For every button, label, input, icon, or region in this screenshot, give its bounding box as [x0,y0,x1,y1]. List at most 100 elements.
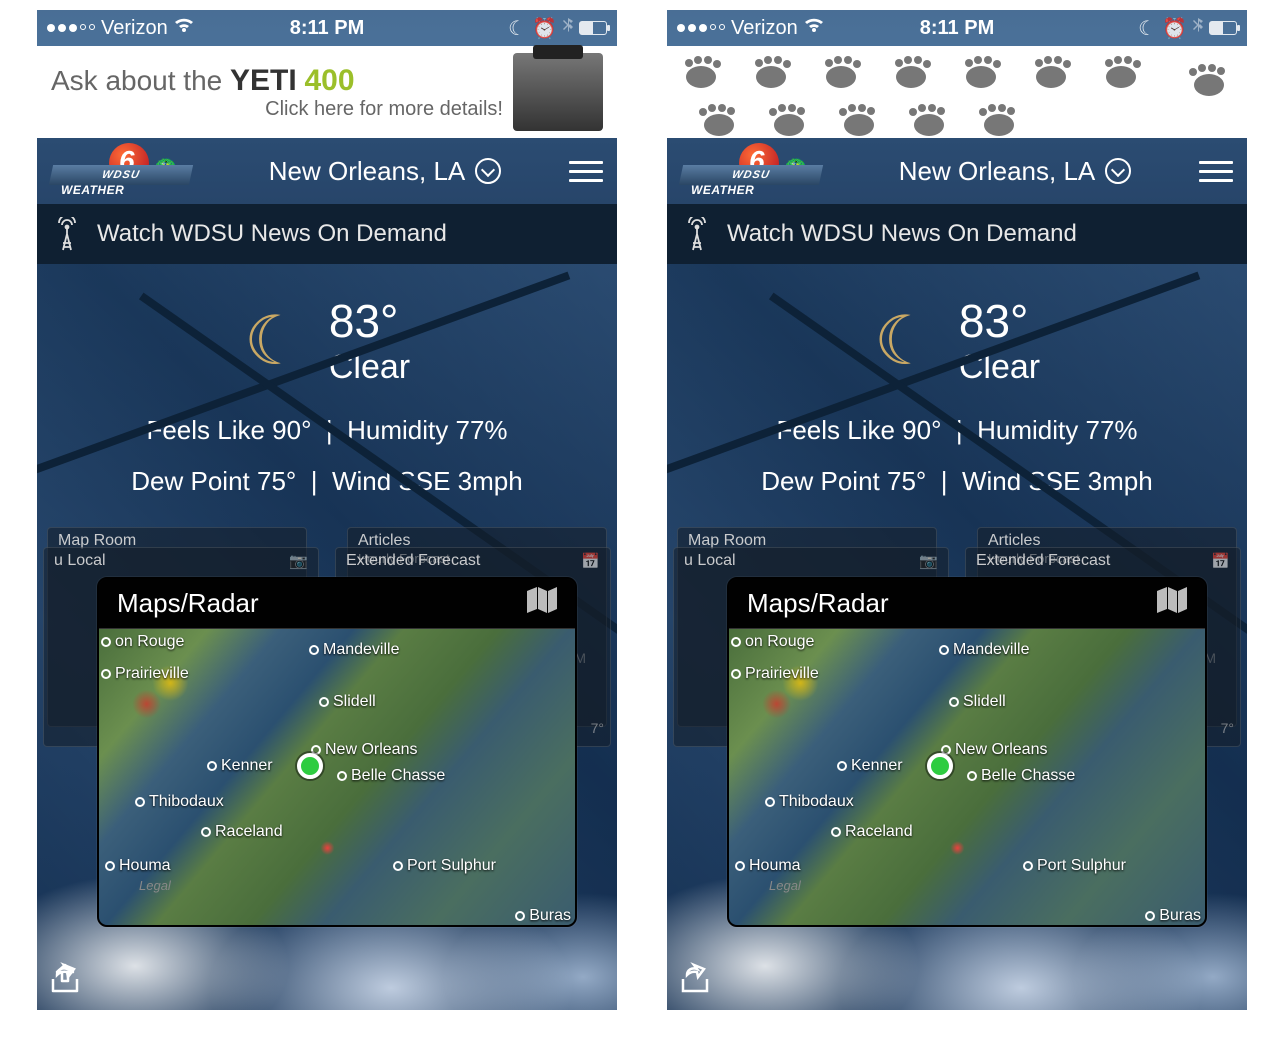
city-baton-rouge: on Rouge [731,633,814,651]
map-card-title: Maps/Radar [747,588,889,619]
city-new-orleans: New Orleans [311,741,417,759]
card-ulocal-label: u Local [684,552,736,569]
city-thibodaux: Thibodaux [135,793,224,811]
carrier-label: Verizon [101,17,168,40]
city-port-sulphur: Port Sulphur [393,857,496,875]
current-conditions: ☾ 83° Clear Feels Like 90° | Humidity 77… [37,264,617,497]
footprint-icon [1171,63,1229,98]
footprint-icon [751,55,809,90]
footprint-icon [821,55,879,90]
signal-dots-icon [677,24,725,32]
chevron-down-icon [1105,158,1131,184]
city-raceland: Raceland [201,823,283,841]
wifi-icon [804,18,824,39]
footprint-icon [821,103,879,138]
radar-map[interactable]: on Rouge Prairieville Mandeville Slidell… [729,629,1205,927]
wdsu-logo[interactable]: 🦚 WDSU WEATHER [681,147,831,195]
ad-brand: YETI [230,64,297,97]
detail-row-2: Dew Point 75° | Wind SSE 3mph [37,466,617,497]
detail-row-2: Dew Point 75° | Wind SSE 3mph [667,466,1247,497]
footprint-icon [961,103,1019,138]
broadcast-tower-icon [685,217,709,251]
city-raceland: Raceland [831,823,913,841]
battery-icon [579,21,607,35]
logo-weather-text: WEATHER [61,183,124,197]
news-bar-text: Watch WDSU News On Demand [727,220,1077,248]
menu-button[interactable] [569,161,603,182]
logo-weather-text: WEATHER [691,183,754,197]
location-selector[interactable]: New Orleans, LA [269,156,502,187]
footprint-icon [891,103,949,138]
status-right: ☾ ⏰ [1138,16,1237,41]
radar-map[interactable]: on Rouge Prairieville Mandeville Slidell… [99,629,575,927]
city-prairieville: Prairieville [101,665,189,683]
weather-main: ☾ 83° Clear Feels Like 90° | Humidity 77… [37,264,617,1010]
weather-main: ☾ 83° Clear Feels Like 90° | Humidity 77… [667,264,1247,1010]
moon-statusbar-icon: ☾ [508,16,526,41]
city-belle-chasse: Belle Chasse [967,767,1075,785]
camera-icon: 📷 [919,552,938,570]
map-legal-label[interactable]: Legal [769,878,801,893]
share-button[interactable] [677,961,713,1002]
city-kenner: Kenner [207,757,273,775]
share-button[interactable] [47,961,83,1002]
card-maps-radar[interactable]: Maps/Radar on Rouge Prairieville Mandevi… [97,577,577,927]
wdsu-logo[interactable]: 🦚 WDSU WEATHER [51,147,201,195]
cards-stack: Map Room Articles Hourly Forecast 9 PM 1… [37,527,617,947]
status-bar: Verizon 8:11 PM ☾ ⏰ [667,10,1247,46]
dew-point: Dew Point 75° [131,466,296,496]
camera-icon: 📷 [289,552,308,570]
map-card-title: Maps/Radar [117,588,259,619]
footprint-icon [681,55,739,90]
location-label: New Orleans, LA [269,156,466,187]
status-time: 8:11 PM [920,17,994,40]
footprint-icon [961,55,1019,90]
card-maps-radar[interactable]: Maps/Radar on Rouge Prairieville Mandevi… [727,577,1207,927]
broadcast-tower-icon [55,217,79,251]
news-on-demand-bar[interactable]: Watch WDSU News On Demand [37,204,617,264]
news-bar-text: Watch WDSU News On Demand [97,220,447,248]
calendar-icon: 📅 [1211,552,1230,570]
footprint-icon [1101,55,1159,90]
city-houma: Houma [735,857,801,875]
ad-pre: Ask about the [51,65,230,96]
location-selector[interactable]: New Orleans, LA [899,156,1132,187]
footprint-icon [681,103,739,138]
moon-statusbar-icon: ☾ [1138,16,1156,41]
ad-banner-footprints[interactable]: /* placeholder for structure; actual pri… [667,46,1247,138]
ad-banner-yeti[interactable]: Ask about the YETI 400 Click here for mo… [37,46,617,138]
cards-stack: Map Room Articles Hourly Forecast 9 PM 1… [667,527,1247,947]
map-icon [1157,587,1187,620]
city-new-orleans: New Orleans [941,741,1047,759]
bluetooth-icon [563,17,573,40]
status-right: ☾ ⏰ [508,16,607,41]
current-location-marker-icon [297,753,323,779]
wifi-icon [174,18,194,39]
card-extended-label: Extended Forecast [346,552,480,569]
city-buras: Buras [1145,907,1201,925]
ad-product-image [513,53,603,131]
card-ulocal-label: u Local [54,552,106,569]
menu-button[interactable] [1199,161,1233,182]
app-header: 🦚 WDSU WEATHER New Orleans, LA [37,138,617,204]
city-mandeville: Mandeville [309,641,399,659]
city-slidell: Slidell [319,693,376,711]
card-extended-label: Extended Forecast [976,552,1110,569]
city-mandeville: Mandeville [939,641,1029,659]
footprint-icon [891,55,949,90]
current-conditions: ☾ 83° Clear Feels Like 90° | Humidity 77… [667,264,1247,497]
city-baton-rouge: on Rouge [101,633,184,651]
app-header: 🦚 WDSU WEATHER New Orleans, LA [667,138,1247,204]
city-prairieville: Prairieville [731,665,819,683]
current-location-marker-icon [927,753,953,779]
map-card-header: Maps/Radar [729,579,1205,629]
logo-text: WDSU [731,169,771,181]
battery-icon [1209,21,1237,35]
city-slidell: Slidell [949,693,1006,711]
bluetooth-icon [1193,17,1203,40]
moon-icon: ☾ [874,307,935,375]
ad-text: Ask about the YETI 400 Click here for mo… [51,64,513,121]
news-on-demand-bar[interactable]: Watch WDSU News On Demand [667,204,1247,264]
logo-text: WDSU [101,169,141,181]
map-legal-label[interactable]: Legal [139,878,171,893]
